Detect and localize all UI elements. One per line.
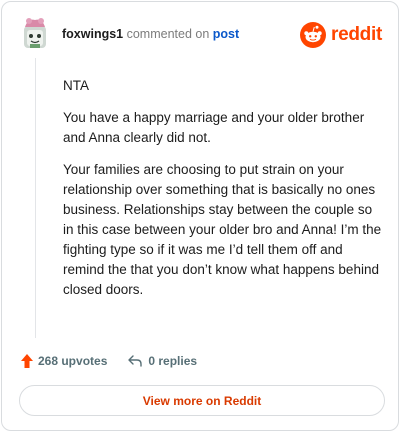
upvote-button[interactable]: 268 upvotes bbox=[20, 353, 107, 369]
comment-footer: 268 upvotes 0 replies bbox=[20, 350, 197, 372]
thread-line bbox=[35, 58, 36, 338]
username-link[interactable]: foxwings1 bbox=[62, 27, 123, 41]
reply-count: 0 replies bbox=[148, 354, 198, 368]
comment-paragraph: Your families are choosing to put strain… bbox=[63, 162, 382, 297]
upvote-arrow-icon bbox=[21, 354, 33, 368]
comment-meta: foxwings1 commented on post bbox=[62, 27, 239, 41]
action-text: commented on bbox=[126, 27, 210, 41]
reddit-wordmark: reddit bbox=[331, 24, 382, 45]
comment-paragraph: NTA bbox=[63, 78, 89, 93]
comment-body: NTA You have a happy marriage and your o… bbox=[63, 76, 383, 312]
view-more-button[interactable]: View more on Reddit bbox=[19, 385, 385, 416]
user-avatar[interactable] bbox=[20, 16, 50, 50]
reddit-snoo-icon bbox=[300, 22, 327, 48]
replies-button[interactable]: 0 replies bbox=[127, 354, 197, 368]
reply-arrow-icon bbox=[128, 355, 143, 367]
comment-paragraph: You have a happy marriage and your older… bbox=[63, 110, 365, 145]
comment-header: foxwings1 commented on post reddit bbox=[20, 16, 382, 52]
post-link[interactable]: post bbox=[213, 27, 239, 41]
snoo-avatar-icon bbox=[24, 18, 46, 48]
comment-card: foxwings1 commented on post reddit NTA Y… bbox=[1, 1, 399, 431]
reddit-logo[interactable]: reddit bbox=[300, 22, 382, 48]
upvote-count: 268 upvotes bbox=[38, 354, 108, 368]
